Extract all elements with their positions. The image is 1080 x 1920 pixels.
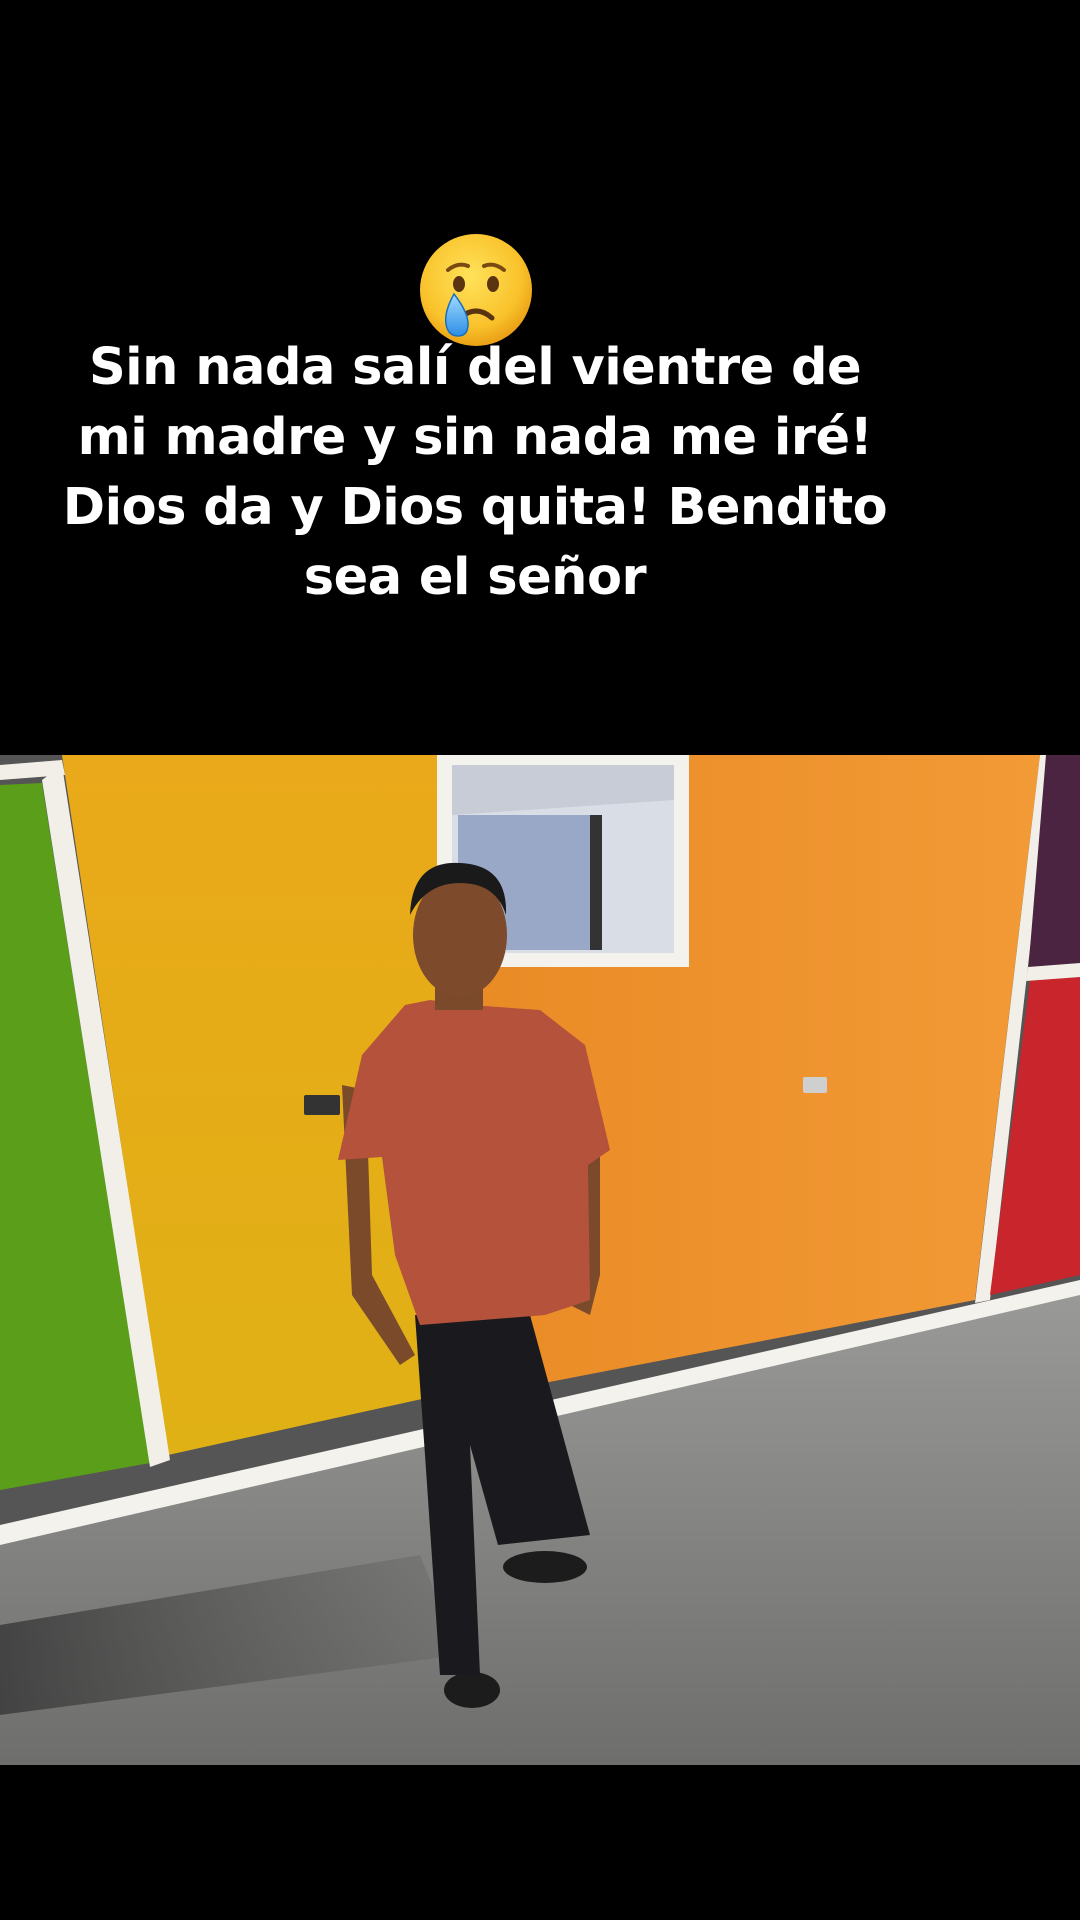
bottom-bar (0, 1765, 1080, 1920)
crying-face-icon (420, 234, 532, 346)
photo-scene (0, 755, 1080, 1765)
post-caption: Sin nada salí del vientre de mi madre y … (62, 338, 888, 607)
caption-area: Sin nada salí del vientre de mi madre y … (0, 0, 1080, 755)
post-photo (0, 755, 1080, 1765)
